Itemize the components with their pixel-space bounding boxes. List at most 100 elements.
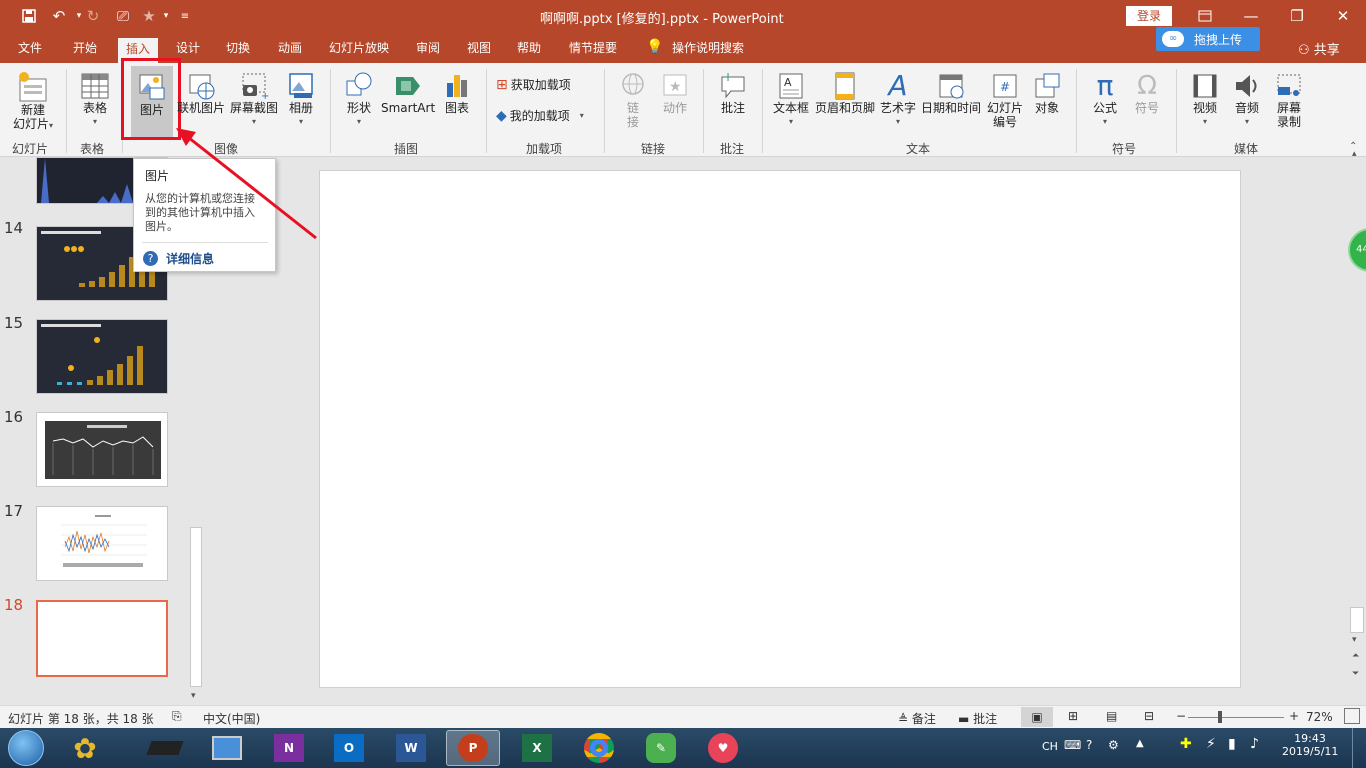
- scroll-down-icon[interactable]: ▾: [1352, 635, 1357, 645]
- tray-language[interactable]: CH: [1042, 740, 1058, 753]
- comments-button[interactable]: ▬ 批注: [958, 710, 997, 727]
- redo-icon: ↻: [86, 7, 100, 25]
- my-addins-button[interactable]: ◆ 我的加载项 ▾: [496, 109, 584, 123]
- keyboard-icon: [212, 736, 242, 760]
- equation-button[interactable]: π 公式 ▾: [1086, 71, 1124, 129]
- smartart-button[interactable]: SmartArt: [381, 71, 435, 115]
- tab-help[interactable]: 帮助: [515, 39, 543, 61]
- tray-clock[interactable]: 19:43 2019/5/11: [1282, 732, 1338, 758]
- notes-icon: ≜: [898, 712, 909, 726]
- spellcheck-icon[interactable]: ⎘: [172, 709, 182, 724]
- notes-button[interactable]: ≜ 备注: [898, 710, 936, 727]
- tray-power-icon[interactable]: ⚡: [1206, 736, 1216, 752]
- zoom-out-icon[interactable]: −: [1176, 709, 1186, 723]
- zoom-slider[interactable]: [1188, 717, 1284, 718]
- symbol-label: 符号: [1134, 101, 1159, 115]
- show-desktop-button[interactable]: [1352, 728, 1366, 768]
- upload-button[interactable]: ∞ 拖拽上传: [1156, 27, 1260, 51]
- svg-text:A: A: [784, 76, 792, 89]
- taskbar-app-chrome[interactable]: [572, 730, 626, 766]
- taskbar-app-outlook[interactable]: O: [322, 730, 376, 766]
- normal-view-button[interactable]: ▣: [1021, 707, 1053, 727]
- tab-animations[interactable]: 动画: [276, 39, 304, 61]
- slide-thumb-18[interactable]: [36, 600, 168, 677]
- scroll-up-icon[interactable]: ▴: [1352, 149, 1357, 159]
- tray-expand-icon[interactable]: ▲: [1136, 738, 1144, 749]
- fit-to-window-icon[interactable]: [1344, 708, 1360, 724]
- taskbar-app-pinwheel[interactable]: ✿: [58, 730, 112, 766]
- normal-view-icon: ▣: [1031, 710, 1043, 724]
- wordart-button[interactable]: A 艺术字 ▾: [878, 71, 918, 129]
- tray-keyboard-icon[interactable]: ⌨: [1064, 738, 1081, 752]
- tab-view[interactable]: 视图: [465, 39, 493, 61]
- scrollbar-thumb[interactable]: [1350, 607, 1364, 633]
- save-icon[interactable]: [18, 6, 40, 26]
- slide-sorter-icon[interactable]: ⊞: [1068, 709, 1078, 723]
- tab-transitions[interactable]: 切换: [224, 39, 252, 61]
- screen-record-button[interactable]: 屏幕 录制: [1270, 71, 1308, 129]
- next-slide-icon[interactable]: ⏷: [1352, 669, 1359, 679]
- taskbar-app-heart[interactable]: ♥: [696, 730, 750, 766]
- slide-number-button[interactable]: # 幻灯片 编号: [984, 71, 1026, 129]
- slide-thumb-17[interactable]: [36, 506, 168, 581]
- taskbar-app-keyboard[interactable]: [200, 730, 254, 766]
- taskbar-app-excel[interactable]: X: [510, 730, 564, 766]
- new-slide-button[interactable]: 新建 幻灯片▾: [8, 71, 58, 133]
- ribbon-display-icon[interactable]: [1194, 6, 1216, 26]
- slide-canvas[interactable]: [319, 170, 1241, 688]
- zoom-in-icon[interactable]: +: [1289, 709, 1299, 723]
- tray-volume-icon[interactable]: ♪: [1250, 736, 1259, 752]
- customize-qat-icon[interactable]: ≡: [174, 6, 196, 26]
- previous-slide-icon[interactable]: ⏶: [1352, 651, 1359, 661]
- tab-storyboard[interactable]: 情节提要: [567, 39, 619, 61]
- slide-thumb-16[interactable]: [36, 412, 168, 487]
- presentation-icon[interactable]: ⎚: [112, 6, 134, 26]
- video-button[interactable]: 视频 ▾: [1186, 71, 1224, 129]
- tray-network-icon[interactable]: ▮: [1228, 736, 1236, 752]
- tab-slideshow[interactable]: 幻灯片放映: [327, 39, 391, 61]
- slideshow-icon[interactable]: ⊟: [1144, 709, 1154, 723]
- tray-help-icon[interactable]: ?: [1086, 738, 1092, 752]
- tab-file[interactable]: 文件: [16, 39, 44, 61]
- reading-view-icon[interactable]: ▤: [1106, 709, 1117, 723]
- login-button[interactable]: 登录: [1126, 6, 1172, 26]
- tray-settings-icon[interactable]: ⚙: [1108, 738, 1119, 752]
- start-button[interactable]: [8, 730, 44, 766]
- zoom-level[interactable]: 72%: [1306, 710, 1333, 724]
- textbox-button[interactable]: A 文本框 ▾: [770, 71, 812, 129]
- tooltip-more-link[interactable]: ? 详细信息: [143, 250, 214, 267]
- zoom-slider-thumb[interactable]: [1218, 711, 1222, 723]
- minimize-icon[interactable]: —: [1240, 6, 1262, 26]
- header-footer-button[interactable]: 页眉和页脚: [814, 71, 876, 115]
- scroll-down-icon[interactable]: ▾: [191, 691, 196, 701]
- undo-icon[interactable]: ↶: [48, 6, 70, 26]
- speaker-icon: [1236, 75, 1257, 97]
- taskbar-app-onenote[interactable]: N: [262, 730, 316, 766]
- taskbar-app-device[interactable]: [138, 730, 192, 766]
- comment-button[interactable]: + 批注: [714, 71, 752, 115]
- tab-review[interactable]: 审阅: [414, 39, 442, 61]
- svg-text:#: #: [1000, 80, 1010, 94]
- pi-icon: π: [1096, 69, 1114, 102]
- tell-me-search[interactable]: 操作说明搜索: [670, 39, 746, 61]
- maximize-icon[interactable]: ❐: [1286, 6, 1308, 26]
- taskbar-app-powerpoint[interactable]: P: [446, 730, 500, 766]
- online-picture-button[interactable]: 联机图片: [176, 71, 226, 115]
- object-label: 对象: [1034, 101, 1059, 115]
- language-indicator[interactable]: 中文(中国): [203, 710, 260, 727]
- chart-button[interactable]: 图表: [440, 71, 474, 115]
- table-button[interactable]: 表格 ▾: [76, 71, 114, 129]
- datetime-button[interactable]: 日期和时间: [920, 71, 982, 115]
- object-button[interactable]: 对象: [1028, 71, 1066, 115]
- get-addins-button[interactable]: ⊞ 获取加载项: [496, 78, 571, 92]
- taskbar-app-word[interactable]: W: [384, 730, 438, 766]
- tab-home[interactable]: 开始: [71, 39, 99, 61]
- share-button[interactable]: ⚇ 共享: [1298, 39, 1340, 58]
- taskbar-app-green[interactable]: ✎: [634, 730, 688, 766]
- audio-button[interactable]: 音频 ▾: [1228, 71, 1266, 129]
- tray-app-icon[interactable]: ✚: [1180, 736, 1192, 752]
- slide-thumb-15[interactable]: [36, 319, 168, 394]
- close-icon[interactable]: ✕: [1332, 6, 1354, 26]
- scrollbar-thumb[interactable]: [190, 527, 202, 687]
- shapes-button[interactable]: 形状 ▾: [340, 71, 378, 129]
